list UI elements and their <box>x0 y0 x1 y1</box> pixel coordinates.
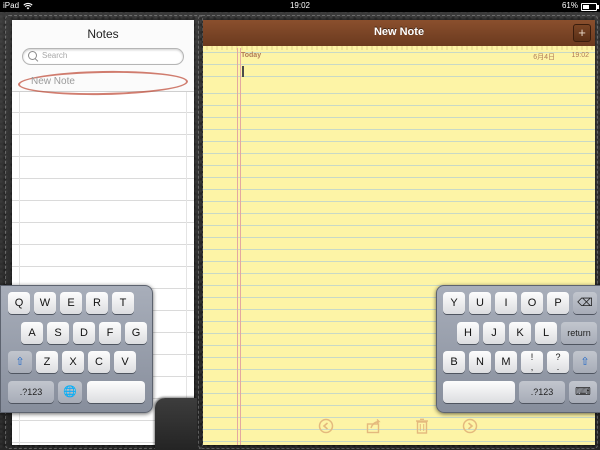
globe-icon: 🌐 <box>63 386 77 398</box>
battery-percent: 61% <box>561 1 578 10</box>
note-time: 19:02 <box>571 52 589 59</box>
key-f[interactable]: F <box>99 322 121 344</box>
split-keyboard-right: Y U I O P ⌫ H J K L return B N M ! , ? .… <box>436 285 600 413</box>
split-keyboard-left: Q W E R T A S D F G ⇧ Z X C V .?123 🌐 <box>0 285 153 413</box>
key-i[interactable]: I <box>495 292 517 314</box>
key-l[interactable]: L <box>535 322 557 344</box>
note-date: 6月4日 <box>533 54 555 61</box>
keyboard-icon: ⌨ <box>575 386 591 398</box>
key-k[interactable]: K <box>509 322 531 344</box>
sidebar-margin-line <box>186 91 187 445</box>
numbers-key-left[interactable]: .?123 <box>8 381 54 403</box>
key-t[interactable]: T <box>112 292 134 314</box>
globe-key[interactable]: 🌐 <box>58 381 82 403</box>
forward-arrow-icon[interactable] <box>462 418 478 434</box>
space-key-right[interactable] <box>443 381 515 403</box>
note-day-label: Today <box>241 52 262 59</box>
search-input[interactable]: Search <box>22 48 184 65</box>
shift-icon: ⇧ <box>580 356 590 368</box>
key-n[interactable]: N <box>469 351 491 373</box>
key-m[interactable]: M <box>495 351 517 373</box>
sidebar-title: Notes <box>87 27 119 41</box>
key-y[interactable]: Y <box>443 292 465 314</box>
leather-pocket <box>155 398 197 450</box>
sidebar-header: Notes Search New Note <box>12 20 194 97</box>
key-p[interactable]: P <box>547 292 569 314</box>
key-u[interactable]: U <box>469 292 491 314</box>
note-title: New Note <box>373 26 425 38</box>
margin-line <box>240 48 241 445</box>
note-item-label: New Note <box>31 76 75 87</box>
key-v[interactable]: V <box>114 351 136 373</box>
add-note-button[interactable]: + <box>573 24 591 42</box>
key-x[interactable]: X <box>62 351 84 373</box>
status-bar: iPad 19:02 61% <box>0 0 600 12</box>
search-placeholder: Search <box>42 51 68 60</box>
key-o[interactable]: O <box>521 292 543 314</box>
delete-key[interactable]: ⌫ <box>573 292 597 314</box>
back-arrow-icon[interactable] <box>318 418 334 434</box>
key-g[interactable]: G <box>125 322 147 344</box>
delete-icon: ⌫ <box>577 297 593 309</box>
key-a[interactable]: A <box>21 322 43 344</box>
key-d[interactable]: D <box>73 322 95 344</box>
key-s[interactable]: S <box>47 322 69 344</box>
key-q[interactable]: Q <box>8 292 30 314</box>
hide-keyboard-key[interactable]: ⌨ <box>569 381 597 403</box>
shift-key-left[interactable]: ⇧ <box>8 351 32 373</box>
search-icon <box>28 51 37 60</box>
numbers-key-right[interactable]: .?123 <box>519 381 565 403</box>
note-header: New Note + <box>203 20 595 48</box>
status-time: 19:02 <box>289 1 311 10</box>
key-r[interactable]: R <box>86 292 108 314</box>
share-icon[interactable] <box>366 418 382 434</box>
key-j[interactable]: J <box>483 322 505 344</box>
key-c[interactable]: C <box>88 351 110 373</box>
shift-icon: ⇧ <box>15 356 25 368</box>
key-e[interactable]: E <box>60 292 82 314</box>
key-b[interactable]: B <box>443 351 465 373</box>
key-exclaim-comma[interactable]: ! , <box>521 351 543 373</box>
key-z[interactable]: Z <box>36 351 58 373</box>
return-key[interactable]: return <box>561 322 597 344</box>
margin-line <box>237 48 238 445</box>
key-h[interactable]: H <box>457 322 479 344</box>
list-item[interactable]: New Note <box>17 69 189 97</box>
shift-key-right[interactable]: ⇧ <box>573 351 597 373</box>
battery-icon <box>581 3 599 11</box>
space-key-left[interactable] <box>87 381 145 403</box>
trash-icon[interactable] <box>414 418 430 434</box>
torn-paper-edge <box>203 46 595 50</box>
key-question-period[interactable]: ? . <box>547 351 569 373</box>
text-cursor <box>242 66 244 77</box>
key-w[interactable]: W <box>34 292 56 314</box>
